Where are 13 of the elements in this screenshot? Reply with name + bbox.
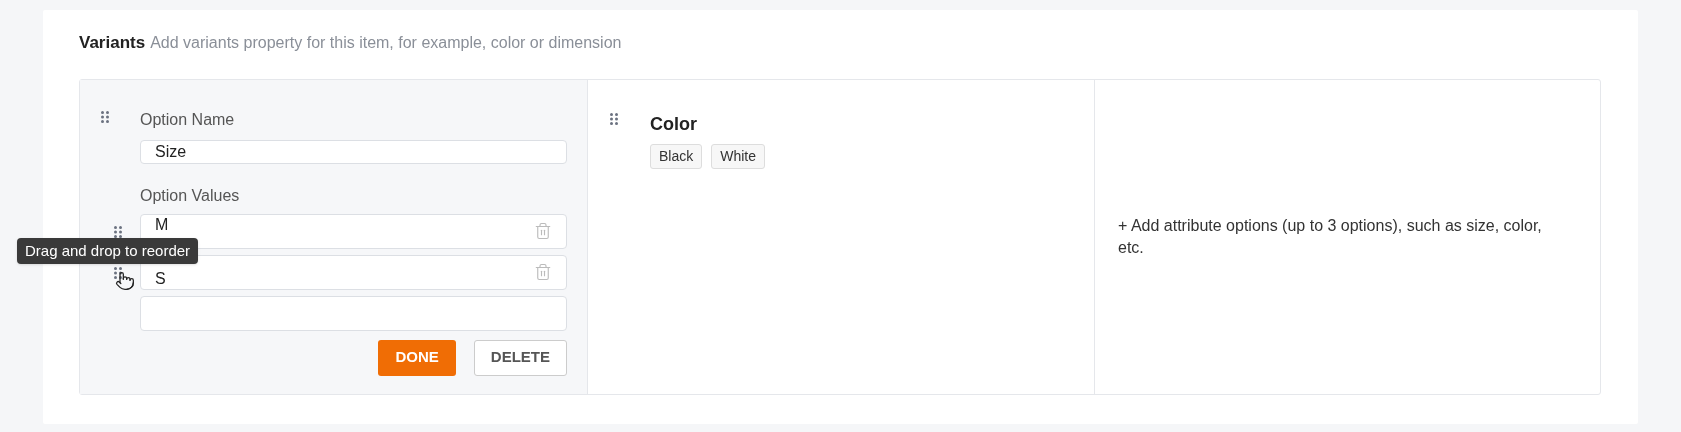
section-description: Add variants property for this item, for example, color or dimension: [150, 33, 622, 53]
field-label: Option Name: [140, 109, 236, 130]
section-title: Variants: [79, 32, 146, 54]
option-name: Color: [650, 112, 698, 136]
tooltip: Drag and drop to reorder: [17, 237, 199, 264]
option-name-field[interactable]: Size: [140, 139, 567, 164]
add-options-link[interactable]: + Add attribute options (up to 3 options), such as size, color, etc.: [1118, 214, 1558, 259]
field-label: Option Values: [140, 185, 241, 206]
delete-button[interactable]: DELETE: [473, 339, 567, 376]
option-value-tag: White: [711, 143, 766, 169]
option-value-text: S: [155, 269, 166, 288]
option-value-text: M: [155, 215, 169, 234]
option-value-tag: Black: [650, 143, 703, 169]
